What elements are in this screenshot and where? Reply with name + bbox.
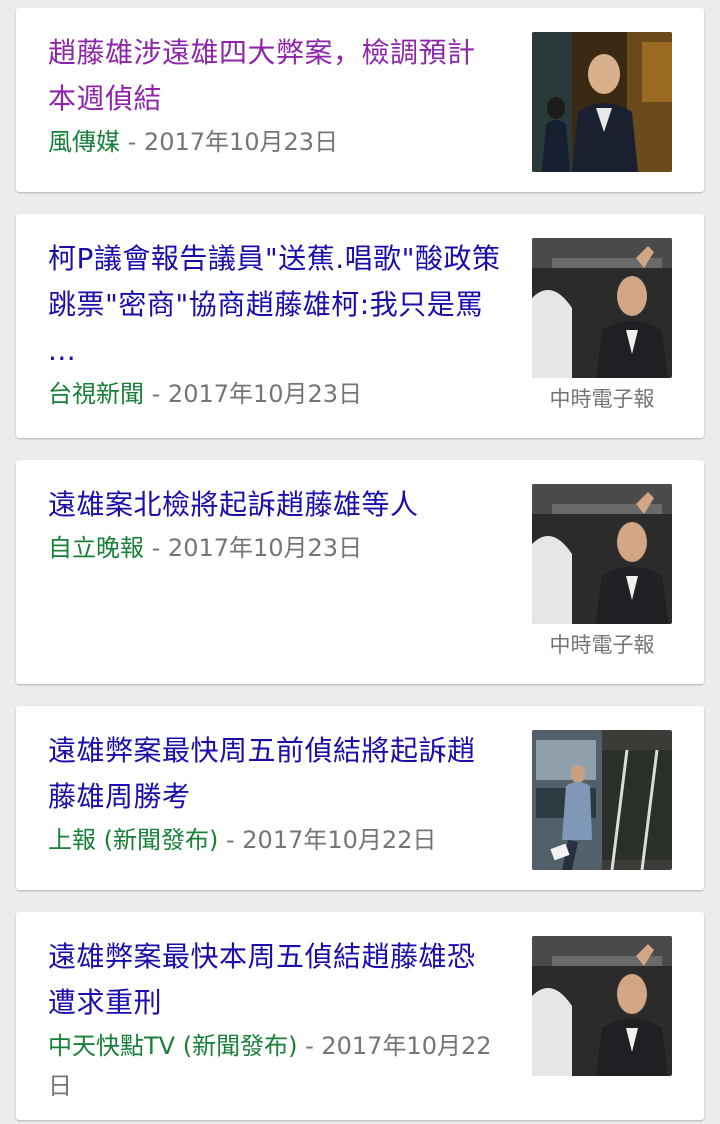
news-meta: 上報 (新聞發布) - 2017年10月22日	[48, 820, 502, 860]
news-feed: 趙藤雄涉遠雄四大弊案，檢調預計本週偵結 風傳媒 - 2017年10月23日 柯P…	[0, 0, 720, 1124]
news-card-text: 遠雄案北檢將起訴趙藤雄等人 自立晚報 - 2017年10月23日	[48, 482, 502, 568]
news-thumbnail-wrap[interactable]: 中時電子報	[532, 238, 672, 414]
news-card-text: 柯P議會報告議員"送蕉.唱歌"酸政策跳票"密商"協商趙藤雄柯:我只是罵 ... …	[48, 236, 502, 414]
news-thumbnail-image[interactable]	[532, 936, 672, 1076]
news-date: 2017年10月23日	[167, 380, 363, 408]
news-meta: 自立晚報 - 2017年10月23日	[48, 528, 502, 568]
news-thumbnail-image[interactable]	[532, 32, 672, 172]
news-source: 風傳媒	[48, 128, 120, 156]
news-source: 台視新聞	[48, 380, 144, 408]
news-thumbnail-wrap[interactable]	[532, 936, 672, 1076]
thumbnail-caption: 中時電子報	[549, 387, 655, 411]
news-card[interactable]: 趙藤雄涉遠雄四大弊案，檢調預計本週偵結 風傳媒 - 2017年10月23日	[16, 8, 704, 192]
news-date: 2017年10月23日	[143, 128, 339, 156]
meta-separator: -	[297, 1032, 322, 1060]
thumbnail-caption: 中時電子報	[549, 633, 655, 657]
news-thumbnail-wrap[interactable]	[532, 730, 672, 870]
news-card-text: 遠雄弊案最快本周五偵結趙藤雄恐遭求重刑 中天快點TV (新聞發布) - 2017…	[48, 934, 502, 1106]
news-card[interactable]: 遠雄弊案最快本周五偵結趙藤雄恐遭求重刑 中天快點TV (新聞發布) - 2017…	[16, 912, 704, 1120]
news-card-text: 遠雄弊案最快周五前偵結將起訴趙藤雄周勝考 上報 (新聞發布) - 2017年10…	[48, 728, 502, 860]
news-thumbnail-image[interactable]	[532, 484, 672, 624]
news-card-text: 趙藤雄涉遠雄四大弊案，檢調預計本週偵結 風傳媒 - 2017年10月23日	[48, 30, 502, 162]
news-title-link[interactable]: 趙藤雄涉遠雄四大弊案，檢調預計本週偵結	[48, 30, 502, 122]
news-date: 2017年10月23日	[167, 534, 363, 562]
news-title-link[interactable]: 遠雄弊案最快周五前偵結將起訴趙藤雄周勝考	[48, 728, 502, 820]
news-title-link[interactable]: 柯P議會報告議員"送蕉.唱歌"酸政策跳票"密商"協商趙藤雄柯:我只是罵 ...	[48, 236, 502, 374]
news-card[interactable]: 柯P議會報告議員"送蕉.唱歌"酸政策跳票"密商"協商趙藤雄柯:我只是罵 ... …	[16, 214, 704, 438]
news-title-link[interactable]: 遠雄案北檢將起訴趙藤雄等人	[48, 482, 502, 528]
news-source: 上報 (新聞發布)	[48, 826, 219, 854]
news-card[interactable]: 遠雄弊案最快周五前偵結將起訴趙藤雄周勝考 上報 (新聞發布) - 2017年10…	[16, 706, 704, 890]
news-meta: 風傳媒 - 2017年10月23日	[48, 122, 502, 162]
news-thumbnail-wrap[interactable]: 中時電子報	[532, 484, 672, 660]
meta-separator: -	[120, 128, 144, 156]
news-thumbnail-wrap[interactable]	[532, 32, 672, 172]
meta-separator: -	[144, 380, 168, 408]
meta-separator: -	[218, 826, 243, 854]
news-thumbnail-image[interactable]	[532, 730, 672, 870]
news-date: 2017年10月22日	[242, 826, 437, 854]
news-meta: 台視新聞 - 2017年10月23日	[48, 374, 502, 414]
news-title-link[interactable]: 遠雄弊案最快本周五偵結趙藤雄恐遭求重刑	[48, 934, 502, 1026]
news-source: 中天快點TV (新聞發布)	[48, 1032, 298, 1060]
news-meta: 中天快點TV (新聞發布) - 2017年10月22日	[48, 1026, 502, 1106]
news-card[interactable]: 遠雄案北檢將起訴趙藤雄等人 自立晚報 - 2017年10月23日 中時電子報	[16, 460, 704, 684]
news-source: 自立晚報	[48, 534, 144, 562]
news-thumbnail-image[interactable]	[532, 238, 672, 378]
meta-separator: -	[144, 534, 168, 562]
